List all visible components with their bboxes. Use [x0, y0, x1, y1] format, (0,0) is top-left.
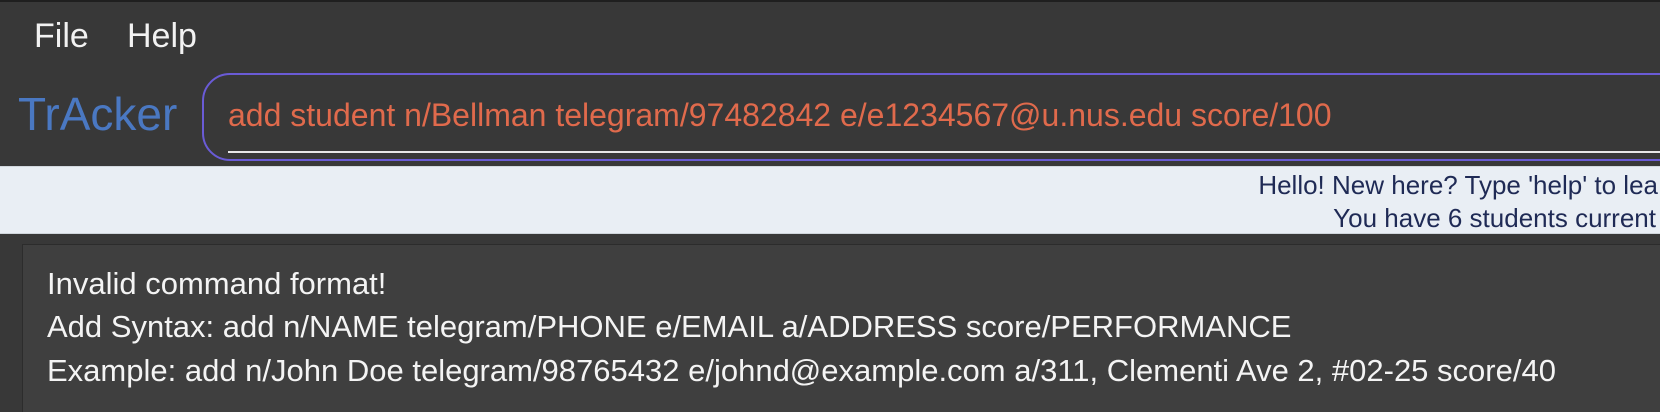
result-error-message: Invalid command format! [47, 266, 387, 301]
app-title: TrAcker [18, 88, 178, 140]
result-example-message: Example: add n/John Doe telegram/9876543… [47, 353, 1556, 388]
command-row: TrAcker [0, 66, 1660, 166]
result-display[interactable]: Invalid command format! Add Syntax: add … [22, 244, 1660, 412]
menu-bar: File Help [0, 2, 1660, 66]
menu-file[interactable]: File [34, 16, 89, 56]
menu-help[interactable]: Help [127, 16, 197, 56]
status-bar: Hello! New here? Type 'help' to lea You … [0, 166, 1660, 234]
command-box[interactable] [202, 73, 1660, 161]
result-panel: Invalid command format! Add Syntax: add … [0, 234, 1660, 412]
status-message-greeting: Hello! New here? Type 'help' to lea [1258, 170, 1658, 200]
status-message-count: You have 6 students current [1333, 203, 1656, 233]
command-input[interactable] [228, 93, 1660, 137]
app-window: File Help TrAcker Hello! New here? Type … [0, 0, 1660, 412]
command-underline [228, 151, 1660, 153]
result-syntax-message: Add Syntax: add n/NAME telegram/PHONE e/… [47, 309, 1292, 344]
